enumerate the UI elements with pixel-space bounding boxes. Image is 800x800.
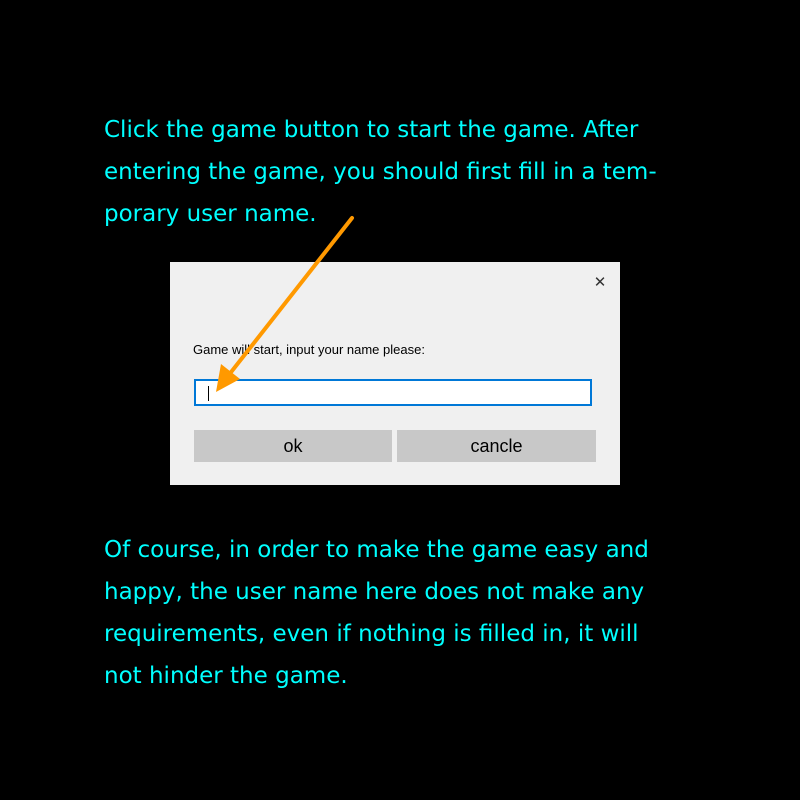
text-caret bbox=[208, 386, 209, 401]
outro-line: requirements, even if nothing is filled … bbox=[104, 621, 639, 647]
outro-line: happy, the user name here does not make … bbox=[104, 579, 645, 605]
dialog-prompt: Game will start, input your name please: bbox=[193, 342, 425, 357]
name-dialog: ✕ Game will start, input your name pleas… bbox=[170, 262, 620, 485]
intro-line: porary user name. bbox=[104, 201, 317, 227]
intro-line: entering the game, you should first fill… bbox=[104, 159, 657, 185]
cancel-button[interactable]: cancle bbox=[397, 430, 596, 462]
outro-text: Of course, in order to make the game eas… bbox=[104, 529, 704, 697]
name-input[interactable] bbox=[194, 379, 592, 406]
outro-line: not hinder the game. bbox=[104, 663, 348, 689]
close-icon[interactable]: ✕ bbox=[591, 273, 609, 291]
ok-button[interactable]: ok bbox=[194, 430, 392, 462]
outro-line: Of course, in order to make the game eas… bbox=[104, 537, 649, 563]
intro-text: Click the game button to start the game.… bbox=[104, 109, 704, 235]
intro-line: Click the game button to start the game.… bbox=[104, 117, 639, 143]
